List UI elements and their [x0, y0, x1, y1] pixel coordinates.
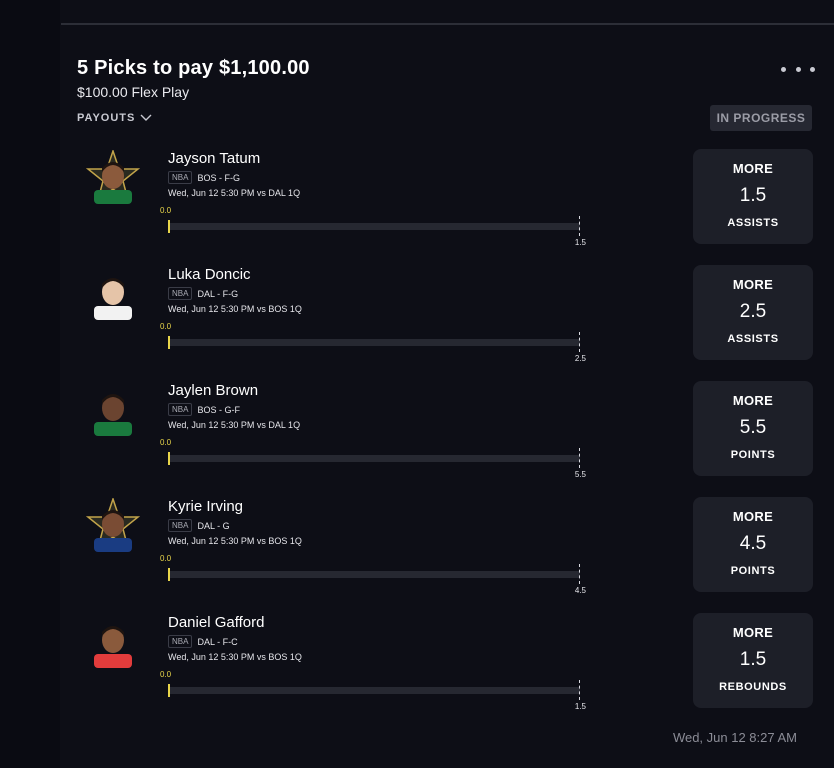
player-position: DAL - G	[197, 520, 230, 531]
pick-row[interactable]: Kyrie Irving NBA DAL - G Wed, Jun 12 5:3…	[61, 496, 834, 598]
league-badge: NBA	[168, 287, 193, 300]
player-avatar	[86, 382, 140, 436]
target-value: 5.5	[574, 470, 586, 479]
league-badge: NBA	[168, 403, 193, 416]
progress-track	[168, 687, 580, 694]
league-badge: NBA	[168, 171, 193, 184]
projection-line: 1.5	[739, 649, 767, 670]
projection-stat: POINTS	[730, 449, 776, 461]
league-badge: NBA	[168, 635, 193, 648]
player-name: Kyrie Irving	[168, 498, 244, 515]
player-meta: NBA DAL - F-C	[168, 635, 238, 648]
target-marker	[579, 680, 580, 700]
payouts-label: PAYOUTS	[77, 112, 136, 124]
player-avatar	[86, 614, 140, 668]
projection-direction: MORE	[732, 393, 774, 408]
projection-card[interactable]: MORE 4.5 POINTS	[693, 497, 813, 592]
progress-start-marker	[168, 684, 170, 697]
player-star-avatar	[85, 496, 141, 552]
more-options-icon[interactable]	[781, 60, 815, 78]
projection-card[interactable]: MORE 5.5 POINTS	[693, 381, 813, 476]
projection-card[interactable]: MORE 1.5 REBOUNDS	[693, 613, 813, 708]
entry-timestamp: Wed, Jun 12 8:27 AM	[672, 730, 797, 745]
league-badge: NBA	[168, 519, 193, 532]
progress-start-marker	[168, 568, 170, 581]
payouts-toggle[interactable]: PAYOUTS	[77, 112, 152, 124]
progress-track	[168, 223, 580, 230]
target-marker	[579, 448, 580, 468]
progress-track	[168, 455, 580, 462]
target-marker	[579, 564, 580, 584]
progress-track	[168, 339, 580, 346]
entry-title: 5 Picks to pay $1,100.00	[77, 57, 310, 79]
projection-line: 1.5	[739, 185, 767, 206]
game-info: Wed, Jun 12 5:30 PM vs DAL 1Q	[168, 420, 301, 430]
target-marker	[579, 216, 580, 236]
target-marker	[579, 332, 580, 352]
player-position: BOS - G-F	[197, 404, 240, 415]
player-name: Daniel Gafford	[168, 614, 265, 631]
player-name: Jaylen Brown	[168, 382, 259, 399]
entry-subtitle: $100.00 Flex Play	[77, 84, 190, 100]
projection-line: 4.5	[739, 533, 767, 554]
projection-stat: REBOUNDS	[719, 681, 787, 693]
current-value: 0.0	[160, 438, 172, 447]
target-value: 2.5	[574, 354, 586, 363]
projection-stat: ASSISTS	[727, 333, 779, 345]
player-meta: NBA BOS - F-G	[168, 171, 240, 184]
pick-row[interactable]: Jaylen Brown NBA BOS - G-F Wed, Jun 12 5…	[61, 381, 834, 482]
current-value: 0.0	[160, 554, 172, 563]
current-value: 0.0	[160, 206, 172, 215]
progress-track	[168, 571, 580, 578]
game-info: Wed, Jun 12 5:30 PM vs DAL 1Q	[168, 188, 301, 198]
target-value: 1.5	[574, 702, 586, 711]
current-value: 0.0	[160, 322, 172, 331]
player-star-avatar	[85, 148, 141, 204]
projection-line: 5.5	[739, 417, 767, 438]
current-value: 0.0	[160, 670, 172, 679]
projection-card[interactable]: MORE 2.5 ASSISTS	[693, 265, 813, 360]
target-value: 4.5	[574, 586, 586, 595]
projection-line: 2.5	[739, 301, 767, 322]
projection-stat: POINTS	[730, 565, 776, 577]
game-info: Wed, Jun 12 5:30 PM vs BOS 1Q	[168, 652, 302, 662]
progress-start-marker	[168, 220, 170, 233]
status-badge: IN PROGRESS	[710, 105, 812, 131]
entry-card: 5 Picks to pay $1,100.00 $100.00 Flex Pl…	[61, 25, 834, 768]
game-info: Wed, Jun 12 5:30 PM vs BOS 1Q	[168, 304, 302, 314]
player-position: BOS - F-G	[197, 172, 240, 183]
chevron-down-icon	[140, 114, 152, 121]
progress-start-marker	[168, 452, 170, 465]
player-meta: NBA DAL - F-G	[168, 287, 238, 300]
projection-direction: MORE	[732, 625, 774, 640]
left-gutter	[0, 0, 60, 768]
pick-row[interactable]: Jayson Tatum NBA BOS - F-G Wed, Jun 12 5…	[61, 148, 834, 250]
pick-row[interactable]: Luka Doncic NBA DAL - F-G Wed, Jun 12 5:…	[61, 265, 834, 366]
projection-direction: MORE	[732, 277, 774, 292]
player-name: Jayson Tatum	[168, 150, 261, 167]
projection-direction: MORE	[732, 161, 774, 176]
game-info: Wed, Jun 12 5:30 PM vs BOS 1Q	[168, 536, 302, 546]
player-meta: NBA DAL - G	[168, 519, 230, 532]
projection-stat: ASSISTS	[727, 217, 779, 229]
projection-direction: MORE	[732, 509, 774, 524]
player-name: Luka Doncic	[168, 266, 251, 283]
target-value: 1.5	[574, 238, 586, 247]
player-meta: NBA BOS - G-F	[168, 403, 240, 416]
player-position: DAL - F-C	[197, 636, 238, 647]
player-position: DAL - F-G	[197, 288, 239, 299]
pick-row[interactable]: Daniel Gafford NBA DAL - F-C Wed, Jun 12…	[61, 613, 834, 714]
projection-card[interactable]: MORE 1.5 ASSISTS	[693, 149, 813, 244]
player-avatar	[86, 266, 140, 320]
progress-start-marker	[168, 336, 170, 349]
